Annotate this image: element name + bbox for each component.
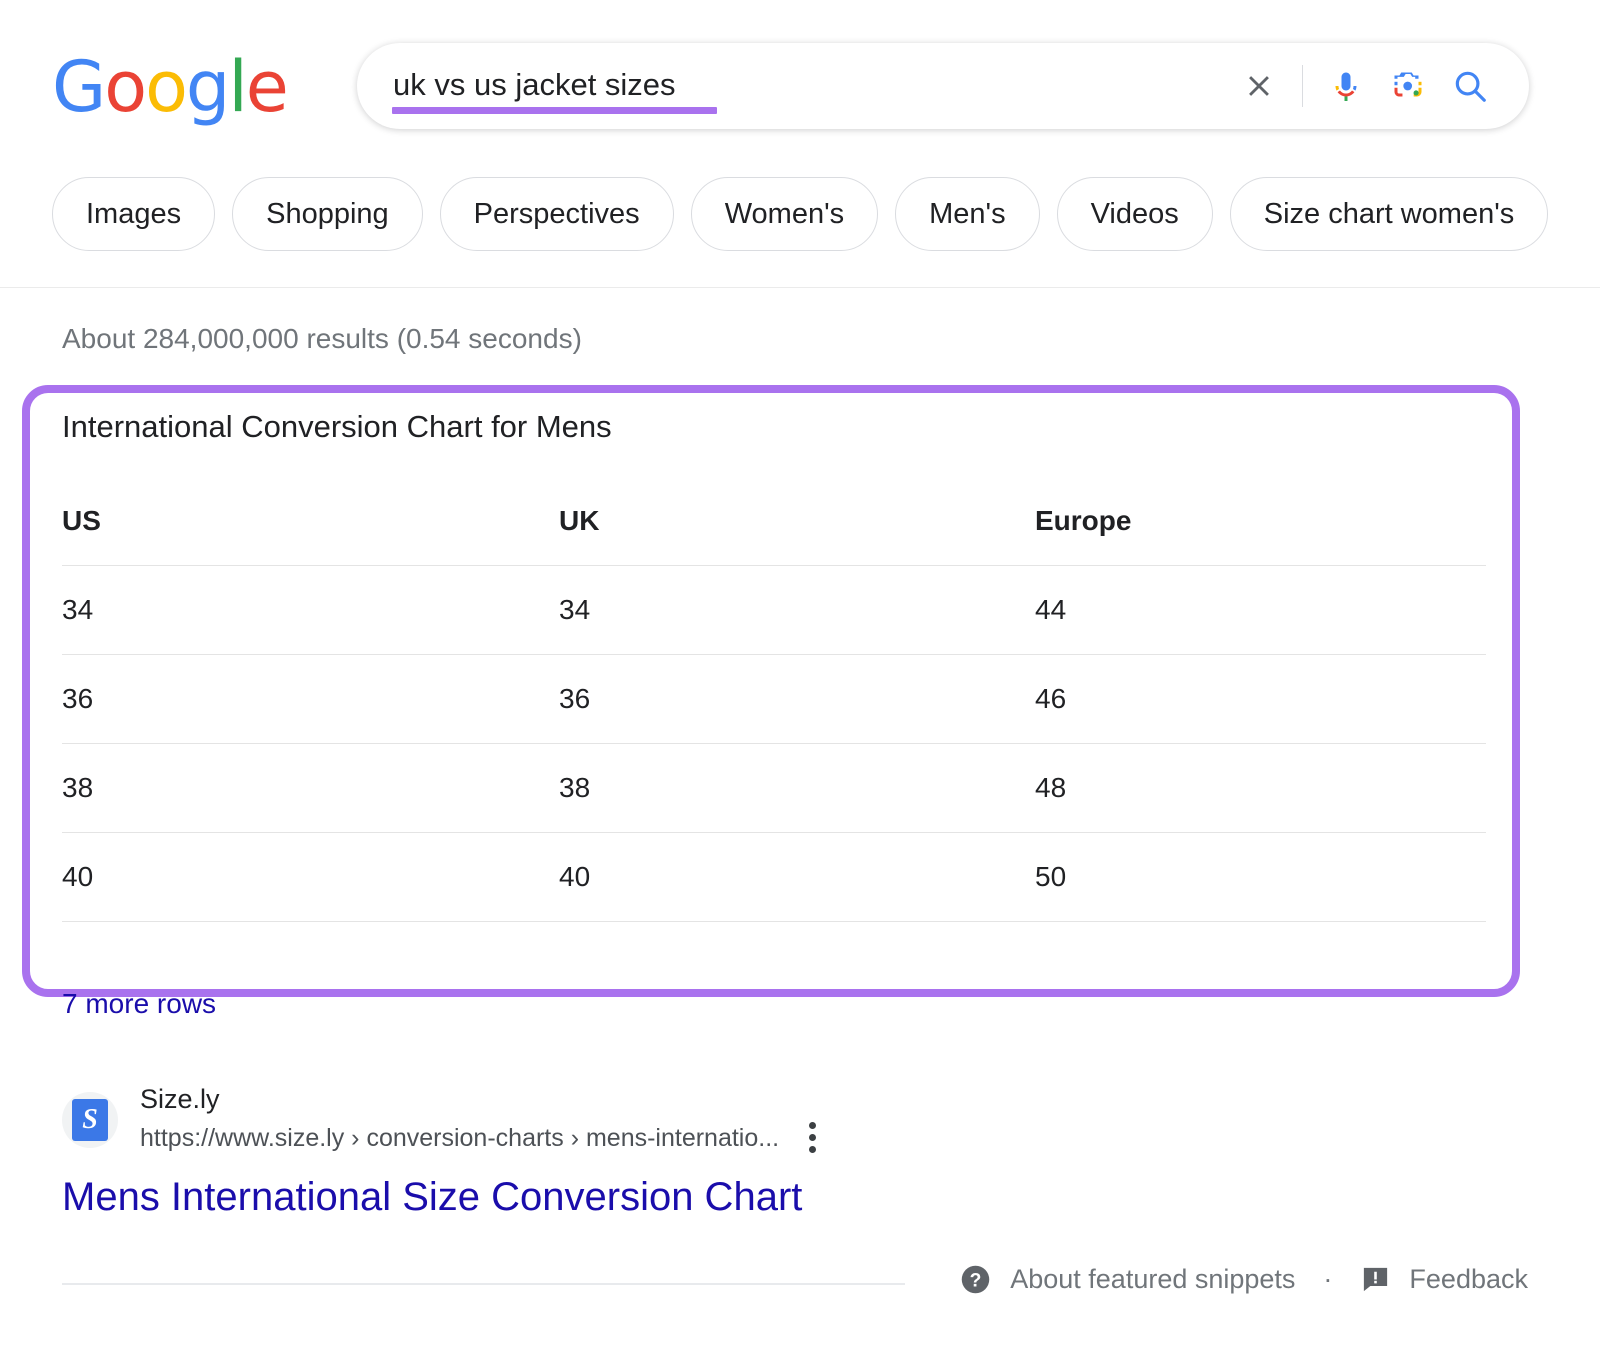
voice-search-button[interactable] (1315, 55, 1377, 117)
site-url: https://www.size.ly › conversion-charts … (140, 1122, 779, 1154)
cell-europe: 48 (1035, 744, 1486, 833)
table-row: 36 36 46 (62, 655, 1486, 744)
svg-text:?: ? (970, 1270, 982, 1291)
cell-uk: 40 (559, 833, 1035, 922)
about-featured-snippets-label: About featured snippets (1010, 1264, 1295, 1295)
cell-europe: 44 (1035, 566, 1486, 655)
cell-us: 40 (62, 833, 559, 922)
chip-videos[interactable]: Videos (1057, 177, 1213, 251)
chip-size-chart-womens[interactable]: Size chart women's (1230, 177, 1549, 251)
google-lens-icon (1390, 68, 1426, 104)
search-submit-button[interactable] (1439, 55, 1501, 117)
search-icon (1451, 67, 1489, 105)
cell-uk: 34 (559, 566, 1035, 655)
cell-us: 36 (62, 655, 559, 744)
footer-separator: · (1323, 1264, 1332, 1295)
chip-label: Shopping (266, 198, 389, 231)
more-rows-link[interactable]: 7 more rows (62, 988, 216, 1020)
search-box[interactable]: uk vs us jacket sizes (357, 43, 1529, 129)
results-count: About 284,000,000 results (0.54 seconds) (62, 323, 582, 355)
feedback-flag-icon (1360, 1264, 1391, 1295)
footer-divider (62, 1283, 905, 1285)
cell-uk: 38 (559, 744, 1035, 833)
chip-label: Size chart women's (1264, 198, 1515, 231)
size-conversion-table: US UK Europe 34 34 44 36 36 46 38 38 48 … (62, 505, 1486, 922)
search-filter-chips: Images Shopping Perspectives Women's Men… (52, 177, 1548, 251)
result-title-link[interactable]: Mens International Size Conversion Chart (62, 1172, 802, 1222)
search-header: Google uk vs us jacket sizes (0, 0, 1600, 288)
chip-mens[interactable]: Men's (895, 177, 1039, 251)
chip-label: Men's (929, 198, 1005, 231)
result-options-menu-icon[interactable] (805, 1118, 820, 1157)
column-header-uk: UK (559, 505, 1035, 566)
clear-search-button[interactable] (1228, 55, 1290, 117)
site-url-row: https://www.size.ly › conversion-charts … (140, 1118, 820, 1157)
table-row: 40 40 50 (62, 833, 1486, 922)
cell-uk: 36 (559, 655, 1035, 744)
table-row: 38 38 48 (62, 744, 1486, 833)
column-header-us: US (62, 505, 559, 566)
search-box-actions (1228, 43, 1501, 129)
featured-snippet-title: International Conversion Chart for Mens (62, 409, 612, 445)
cell-us: 38 (62, 744, 559, 833)
cell-europe: 50 (1035, 833, 1486, 922)
logo-letter-g1: G (52, 52, 104, 122)
table-row: 34 34 44 (62, 566, 1486, 655)
chip-perspectives[interactable]: Perspectives (440, 177, 674, 251)
site-info: Size.ly https://www.size.ly › conversion… (140, 1082, 820, 1157)
lens-search-button[interactable] (1377, 55, 1439, 117)
feedback-label: Feedback (1409, 1264, 1528, 1295)
column-header-europe: Europe (1035, 505, 1486, 566)
cell-us: 34 (62, 566, 559, 655)
search-actions-divider (1302, 65, 1303, 107)
chip-images[interactable]: Images (52, 177, 215, 251)
logo-letter-o1: o (104, 52, 145, 122)
search-input[interactable]: uk vs us jacket sizes (393, 66, 676, 106)
table-header-row: US UK Europe (62, 505, 1486, 566)
help-circle-icon: ? (959, 1263, 992, 1296)
favicon-container: S (62, 1092, 118, 1148)
site-name: Size.ly (140, 1082, 820, 1116)
kebab-dot (809, 1134, 816, 1141)
chip-label: Women's (725, 198, 844, 231)
kebab-dot (809, 1146, 816, 1153)
feedback-link[interactable]: Feedback (1360, 1264, 1528, 1295)
close-icon (1242, 69, 1276, 103)
google-logo[interactable]: Google (52, 52, 287, 122)
organic-result: S Size.ly https://www.size.ly › conversi… (62, 1082, 1062, 1157)
snippet-footer: ? About featured snippets · Feedback (959, 1263, 1528, 1296)
query-highlight-underline (392, 107, 717, 114)
cell-europe: 46 (1035, 655, 1486, 744)
logo-letter-e: e (246, 52, 287, 122)
chip-shopping[interactable]: Shopping (232, 177, 423, 251)
kebab-dot (809, 1122, 816, 1129)
sizely-favicon-icon: S (72, 1099, 108, 1141)
search-input-wrap[interactable]: uk vs us jacket sizes (393, 43, 676, 129)
result-source: S Size.ly https://www.size.ly › conversi… (62, 1082, 1062, 1157)
about-featured-snippets-link[interactable]: ? About featured snippets (959, 1263, 1295, 1296)
chip-label: Perspectives (474, 198, 640, 231)
logo-letter-o2: o (145, 52, 186, 122)
chip-label: Images (86, 198, 181, 231)
chip-label: Videos (1091, 198, 1179, 231)
logo-letter-g2: g (186, 52, 228, 122)
microphone-icon (1328, 68, 1364, 104)
logo-letter-l: l (228, 52, 245, 122)
chip-womens[interactable]: Women's (691, 177, 878, 251)
